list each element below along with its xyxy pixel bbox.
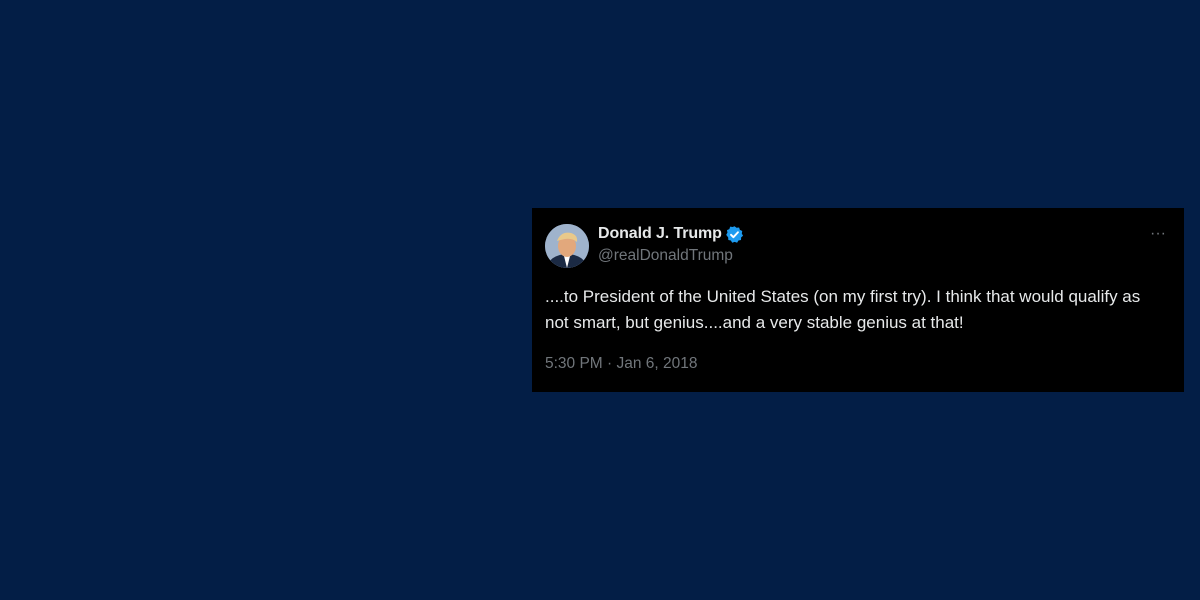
more-options-icon[interactable]: ··· <box>1146 224 1170 244</box>
avatar[interactable] <box>545 224 589 268</box>
author-name-row: Donald J. Trump <box>598 224 744 244</box>
avatar-photo <box>545 224 589 268</box>
verified-badge-icon <box>725 225 744 244</box>
tweet-text: ....to President of the United States (o… <box>545 287 1145 332</box>
tweet-timestamp[interactable]: 5:30 PM · Jan 6, 2018 <box>545 355 698 373</box>
display-name[interactable]: Donald J. Trump <box>598 225 722 243</box>
tweet-card: Donald J. Trump @realDonaldTrump ··· ...… <box>532 208 1184 392</box>
author-handle[interactable]: @realDonaldTrump <box>598 247 733 265</box>
